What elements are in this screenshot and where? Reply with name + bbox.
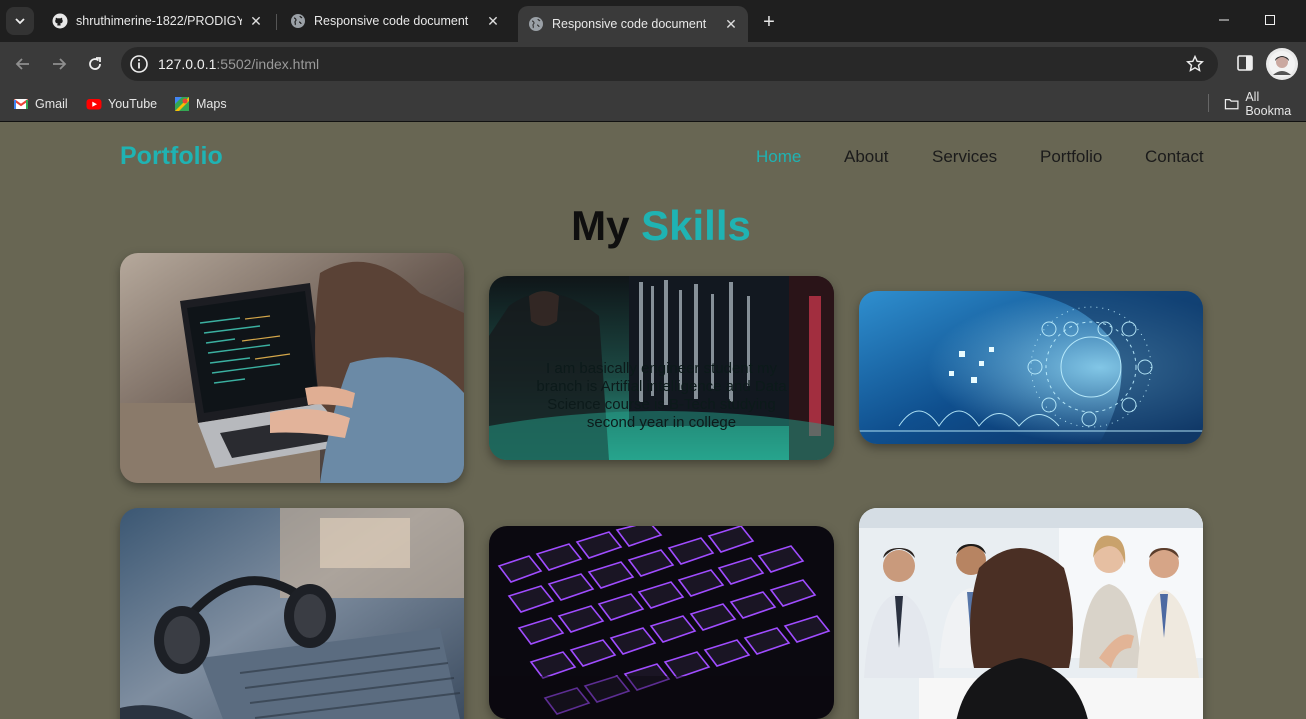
forward-button[interactable] xyxy=(45,50,73,78)
url-path: :5502/index.html xyxy=(216,56,320,72)
skill-card-about-text[interactable]: I am basically engineer student my branc… xyxy=(489,276,834,460)
maximize-icon xyxy=(1265,15,1275,25)
heading-accent: Skills xyxy=(641,202,751,249)
new-tab-button[interactable]: + xyxy=(756,9,782,35)
reload-button[interactable] xyxy=(81,50,109,78)
tech-network-image xyxy=(859,291,1203,444)
bookmark-maps[interactable]: Maps xyxy=(174,93,227,115)
folder-icon xyxy=(1224,99,1239,110)
side-panel-icon[interactable] xyxy=(1236,54,1254,72)
nav-portfolio[interactable]: Portfolio xyxy=(1040,147,1102,167)
tab-github[interactable]: shruthimerine-1822/PRODIGY_W ✕ xyxy=(42,6,272,36)
gmail-icon xyxy=(13,99,29,109)
skill-card-coding-laptop[interactable] xyxy=(120,253,464,483)
tab-responsive-active[interactable]: Responsive code document ✕ xyxy=(518,6,748,42)
all-bookmarks[interactable]: All Bookma xyxy=(1224,90,1306,118)
tab-title: Responsive code document xyxy=(552,17,707,31)
skill-card-headphones[interactable] xyxy=(120,508,464,719)
skill-card-meeting[interactable] xyxy=(859,508,1203,719)
nav-about[interactable]: About xyxy=(844,147,888,167)
coding-laptop-image xyxy=(120,253,464,483)
youtube-icon xyxy=(86,99,102,110)
close-tab-icon[interactable]: ✕ xyxy=(248,12,264,30)
tab-responsive-1[interactable]: Responsive code document ✕ xyxy=(280,6,510,36)
browser-toolbar: 127.0.0.1:5502/index.html xyxy=(0,42,1306,86)
arrow-right-icon xyxy=(53,58,67,70)
skills-heading: My Skills xyxy=(0,202,1306,250)
minimize-icon xyxy=(1219,19,1229,21)
bookmark-label: Gmail xyxy=(35,97,68,111)
bookmark-youtube[interactable]: YouTube xyxy=(86,93,157,115)
chevron-down-icon xyxy=(15,18,25,25)
url-text[interactable]: 127.0.0.1:5502/index.html xyxy=(158,56,319,72)
nav-contact[interactable]: Contact xyxy=(1145,147,1204,167)
close-tab-icon[interactable]: ✕ xyxy=(722,15,740,33)
skill-card-keyboard[interactable] xyxy=(489,526,834,719)
bookmark-label: YouTube xyxy=(108,97,158,111)
maximize-button[interactable] xyxy=(1247,0,1293,40)
minimize-button[interactable] xyxy=(1201,0,1247,40)
tab-strip: shruthimerine-1822/PRODIGY_W ✕ Responsiv… xyxy=(0,0,1306,42)
headphones-laptop-image xyxy=(120,508,464,719)
site-logo[interactable]: Portfolio xyxy=(120,142,223,171)
bookmark-star-icon[interactable] xyxy=(1186,55,1204,73)
bookmarks-bar: Gmail YouTube Maps All Bookma xyxy=(0,86,1306,122)
arrow-left-icon xyxy=(15,58,29,70)
skill-card-tech-network[interactable] xyxy=(859,291,1203,444)
tab-search-button[interactable] xyxy=(6,7,34,35)
address-bar[interactable]: 127.0.0.1:5502/index.html xyxy=(121,47,1218,81)
tab-title: Responsive code document xyxy=(314,14,469,28)
rgb-keyboard-image xyxy=(489,526,834,719)
bookmark-gmail[interactable]: Gmail xyxy=(13,93,68,115)
close-tab-icon[interactable]: ✕ xyxy=(484,12,502,30)
avatar-icon xyxy=(1269,51,1295,77)
web-page: Portfolio Home About Services Portfolio … xyxy=(0,122,1306,719)
about-card-text: I am basically engineer student my branc… xyxy=(536,360,787,431)
all-bookmarks-label: All Bookma xyxy=(1245,90,1292,118)
tab-title: shruthimerine-1822/PRODIGY_W xyxy=(76,14,243,28)
nav-home[interactable]: Home xyxy=(756,147,801,167)
heading-plain: My xyxy=(571,202,630,249)
bookmarks-separator xyxy=(1208,94,1209,112)
maps-icon xyxy=(175,97,189,111)
github-icon xyxy=(52,13,68,29)
reload-icon xyxy=(89,57,101,70)
back-button[interactable] xyxy=(9,50,37,78)
nav-services[interactable]: Services xyxy=(932,147,997,167)
info-icon[interactable] xyxy=(129,54,149,74)
business-meeting-image xyxy=(859,508,1203,719)
tab-separator xyxy=(276,14,277,30)
globe-icon xyxy=(291,14,305,28)
profile-avatar[interactable] xyxy=(1266,48,1298,80)
bookmark-label: Maps xyxy=(196,97,227,111)
globe-icon xyxy=(529,17,543,31)
url-host: 127.0.0.1 xyxy=(158,56,217,72)
